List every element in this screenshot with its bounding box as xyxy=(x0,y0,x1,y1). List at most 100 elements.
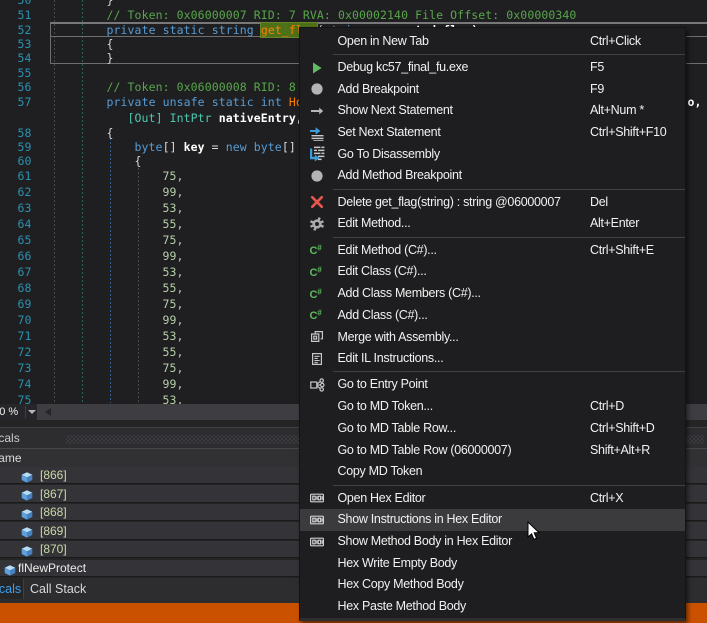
line-number: 61 xyxy=(0,169,32,184)
menu-item-label: Go to MD Table Row... xyxy=(338,421,457,435)
gear-icon xyxy=(309,216,325,232)
menu-item-edit-method[interactable]: Edit Method...Alt+Enter xyxy=(300,213,686,235)
circle-icon xyxy=(309,168,325,184)
code-token: IntPtr xyxy=(170,111,212,125)
code-token: { xyxy=(107,126,114,140)
menu-item-delete-get-flag-string-string-06000007[interactable]: Delete get_flag(string) : string @060000… xyxy=(300,192,686,214)
circle-icon xyxy=(309,81,325,97)
menu-item-open-in-new-tab[interactable]: Open in New TabCtrl+Click xyxy=(300,31,686,53)
locals-row-label: [867] xyxy=(40,487,67,501)
line-number: 59 xyxy=(0,140,32,155)
code-token: 99, xyxy=(163,313,184,327)
code-token: ] xyxy=(156,111,170,125)
line-number: 57 xyxy=(0,95,32,110)
menu-item-edit-method-c[interactable]: C# Edit Method (C#)... Ctrl+Shift+E xyxy=(300,240,686,262)
line-number: 63 xyxy=(0,201,32,216)
menu-item-add-method-breakpoint[interactable]: Add Method Breakpoint xyxy=(300,165,686,187)
zoom-level: 100 % xyxy=(0,406,23,419)
local-variable-cube-icon xyxy=(21,472,33,483)
menu-item-show-method-body-in-hex-editor[interactable]: Show Method Body in Hex Editor xyxy=(300,531,686,553)
line-number: 66 xyxy=(0,249,32,264)
line-number: 60 xyxy=(0,154,32,169)
menu-item-hex-copy-method-body[interactable]: Hex Copy Method Body xyxy=(300,574,686,596)
svg-text:#: # xyxy=(317,287,322,296)
menu-item-shortcut: Alt+Num * xyxy=(590,103,644,117)
menu-item-label: Open in New Tab xyxy=(338,34,429,48)
code-token: 55, xyxy=(163,281,184,295)
menu-item-label: Edit Method... xyxy=(338,216,411,230)
menu-item-go-to-md-token[interactable]: Go to MD Token...Ctrl+D xyxy=(300,396,686,418)
menu-item-debug-kc57-final-fu-exe[interactable]: Debug kc57_final_fu.exeF5 xyxy=(300,57,686,79)
menu-item-label: Open Hex Editor xyxy=(338,491,426,505)
code-token: { xyxy=(107,37,114,51)
menu-item-shortcut: Ctrl+Shift+E xyxy=(590,243,654,257)
menu-item-go-to-disassembly[interactable]: Go To Disassembly xyxy=(300,144,686,166)
disasm-icon xyxy=(309,146,325,162)
code-token: 75, xyxy=(163,361,184,375)
hex-icon xyxy=(309,512,325,528)
arrow-right-icon xyxy=(309,103,325,119)
scroll-left-arrow-icon[interactable] xyxy=(45,408,51,416)
csharp-icon: C# xyxy=(309,242,325,258)
tab-call-stack[interactable]: Call Stack xyxy=(30,582,86,596)
indent-guide xyxy=(110,138,111,403)
menu-item-merge-with-assembly[interactable]: Merge with Assembly... xyxy=(300,326,686,348)
menu-item-copy-md-token[interactable]: Copy MD Token xyxy=(300,461,686,483)
code-token: 55, xyxy=(163,345,184,359)
chevron-down-icon xyxy=(28,410,36,414)
menu-item-set-next-statement[interactable]: Set Next StatementCtrl+Shift+F10 xyxy=(300,122,686,144)
il-doc-icon xyxy=(309,351,325,367)
menu-item-add-class-members-c[interactable]: C#Add Class Members (C#)... xyxy=(300,283,686,305)
menu-item-go-to-entry-point[interactable]: Go to Entry Point xyxy=(300,374,686,396)
code-token: 75, xyxy=(163,297,184,311)
local-variable-cube-icon xyxy=(4,565,16,576)
menu-item-label: Show Method Body in Hex Editor xyxy=(338,534,512,548)
menu-item-label: Hex Write Empty Body xyxy=(338,556,458,570)
menu-item-shortcut: F5 xyxy=(590,60,604,74)
line-number: 64 xyxy=(0,217,32,232)
menu-item-label: Edit Class (C#)... xyxy=(338,264,427,278)
code-token: 75, xyxy=(163,169,184,183)
line-number: 74 xyxy=(0,377,32,392)
menu-item-show-next-statement[interactable]: Show Next StatementAlt+Num * xyxy=(300,100,686,122)
code-token: // Token: 0x06000007 RID: 7 RVA: 0x00002… xyxy=(107,8,577,22)
editor-vertical-scrollbar[interactable] xyxy=(694,0,707,403)
code-token: byte xyxy=(254,140,282,154)
menu-item-edit-il-instructions[interactable]: Edit IL Instructions... xyxy=(300,348,686,370)
tab-locals[interactable]: Locals xyxy=(0,578,23,599)
menu-item-shortcut: Del xyxy=(590,195,608,209)
code-token: 55, xyxy=(163,217,184,231)
code-token: new xyxy=(226,140,247,154)
scroll-up-button[interactable] xyxy=(694,0,707,11)
menu-item-label: Edit IL Instructions... xyxy=(338,351,444,365)
code-token: 53, xyxy=(163,329,184,343)
menu-item-label: Go to MD Token... xyxy=(338,399,433,413)
menu-item-shortcut: F9 xyxy=(590,82,604,96)
code-token: } xyxy=(107,0,114,7)
code-token: = xyxy=(205,140,226,154)
menu-item-hex-write-empty-body[interactable]: Hex Write Empty Body xyxy=(300,552,686,574)
menu-item-label: Copy MD Token xyxy=(338,464,423,478)
menu-item-go-to-md-table-row-06000007[interactable]: Go to MD Table Row (06000007)Shift+Alt+R xyxy=(300,439,686,461)
menu-item-edit-class-c[interactable]: C#Edit Class (C#)... xyxy=(300,261,686,283)
menu-item-open-hex-editor[interactable]: Open Hex EditorCtrl+X xyxy=(300,487,686,509)
tab-separator xyxy=(23,579,24,599)
code-token: 75, xyxy=(163,233,184,247)
svg-text:#: # xyxy=(317,266,322,275)
menu-item-label: Add Method Breakpoint xyxy=(338,168,462,182)
menu-item-show-instructions-in-hex-editor[interactable]: Show Instructions in Hex Editor xyxy=(300,509,686,531)
menu-item-label: Edit Method (C#)... xyxy=(338,243,437,257)
locals-row-label: [870] xyxy=(40,542,67,556)
set-next-icon xyxy=(309,125,325,141)
line-number: 55 xyxy=(0,66,32,81)
menu-item-add-class-c[interactable]: C#Add Class (C#)... xyxy=(300,305,686,327)
menu-item-hex-paste-method-body[interactable]: Hex Paste Method Body xyxy=(300,596,686,618)
menu-item-add-breakpoint[interactable]: Add BreakpointF9 xyxy=(300,79,686,101)
zoom-dropdown-button[interactable] xyxy=(27,405,38,419)
code-token: [ xyxy=(128,111,135,125)
code-token: { xyxy=(135,154,142,168)
locals-row-label: flNewProtect xyxy=(18,561,86,575)
locals-row-label: [869] xyxy=(40,524,67,538)
menu-item-go-to-md-table-row[interactable]: Go to MD Table Row... Ctrl+Shift+D xyxy=(300,418,686,440)
menu-item-shortcut: Ctrl+Shift+D xyxy=(590,421,654,435)
